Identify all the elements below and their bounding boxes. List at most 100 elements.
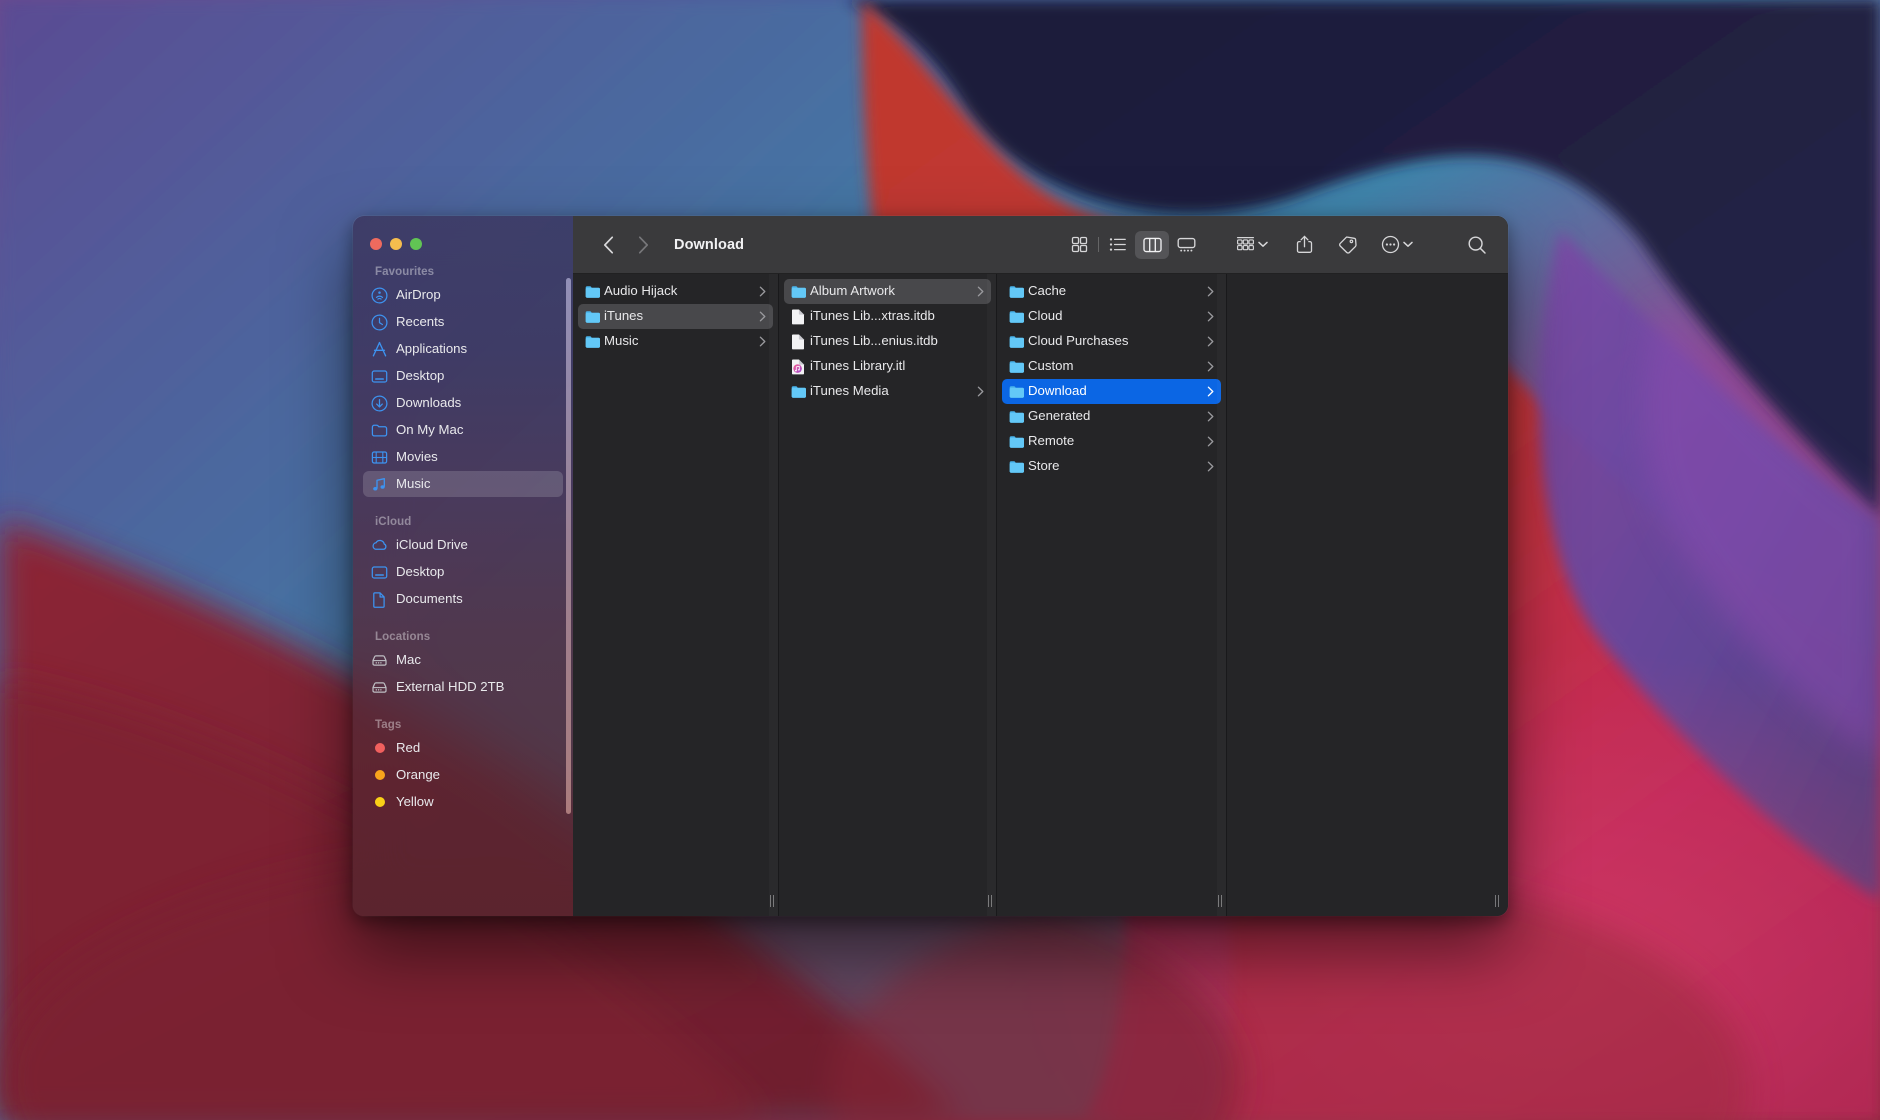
column-resize-handle[interactable]: [767, 894, 777, 907]
ellipsis-circle-icon: [1381, 235, 1400, 254]
sidebar-section-title-tags: Tags: [375, 719, 402, 731]
sidebar-item-movies[interactable]: Movies: [363, 444, 563, 470]
sidebar-item-label: iCloud Drive: [396, 536, 468, 552]
sidebar-item-label: Recents: [396, 313, 445, 329]
chevron-right-icon: [1203, 361, 1215, 372]
folder-icon: [1009, 460, 1028, 474]
file-name: Generated: [1028, 409, 1091, 424]
chevron-down-icon: [1258, 241, 1268, 247]
sidebar-item-desktop[interactable]: Desktop: [363, 363, 563, 389]
icon-view-button[interactable]: [1062, 231, 1096, 259]
sidebar-item-label: Applications: [396, 340, 468, 356]
sidebar-scrollbar[interactable]: [566, 278, 571, 814]
sidebar-item-icloud-drive[interactable]: iCloud Drive: [363, 532, 563, 558]
file-row[interactable]: Album Artwork: [784, 279, 991, 304]
file-row[interactable]: Remote: [1002, 429, 1221, 454]
file-row[interactable]: iTunes: [578, 304, 773, 329]
file-name: iTunes: [604, 309, 644, 324]
folder-icon: [585, 335, 604, 349]
file-row[interactable]: Cache: [1002, 279, 1221, 304]
sidebar-section-gap: [363, 701, 563, 711]
minimize-button[interactable]: [390, 238, 402, 250]
sidebar-item-applications[interactable]: Applications: [363, 336, 563, 362]
chevron-right-icon: [973, 286, 985, 297]
gallery-view-button[interactable]: [1169, 231, 1203, 259]
file-name: Custom: [1028, 359, 1074, 374]
tag-dot-icon: [371, 740, 388, 757]
sidebar-item-label: Movies: [396, 448, 438, 464]
sidebar-item-label: Yellow: [396, 793, 434, 809]
window-controls: [370, 238, 422, 250]
sidebar-item-orange[interactable]: Orange: [363, 762, 563, 788]
file-row[interactable]: Store: [1002, 454, 1221, 479]
sidebar-item-downloads[interactable]: Downloads: [363, 390, 563, 416]
cloud-icon: [371, 537, 388, 554]
folder-icon: [1009, 285, 1028, 299]
sidebar-item-on-my-mac[interactable]: On My Mac: [363, 417, 563, 443]
sidebar-item-label: AirDrop: [396, 286, 441, 302]
list-view-button[interactable]: [1101, 231, 1135, 259]
file-row[interactable]: iTunes Lib...xtras.itdb: [784, 304, 991, 329]
sidebar-item-red[interactable]: Red: [363, 735, 563, 761]
share-button[interactable]: [1291, 230, 1318, 260]
tag-dot-icon: [371, 794, 388, 811]
file-row[interactable]: Music: [578, 329, 773, 354]
forward-button[interactable]: [628, 230, 658, 260]
file-name: Remote: [1028, 434, 1075, 449]
file-name: Download: [1028, 384, 1087, 399]
file-name: Music: [604, 334, 639, 349]
back-button[interactable]: [593, 230, 623, 260]
sidebar-item-documents[interactable]: Documents: [363, 586, 563, 612]
file-row[interactable]: Cloud: [1002, 304, 1221, 329]
folder-icon: [791, 385, 810, 399]
file-row[interactable]: Cloud Purchases: [1002, 329, 1221, 354]
sidebar-item-recents[interactable]: Recents: [363, 309, 563, 335]
tags-button[interactable]: [1332, 230, 1362, 260]
file-row[interactable]: Custom: [1002, 354, 1221, 379]
file-row[interactable]: iTunes Media: [784, 379, 991, 404]
folder-icon: [1009, 310, 1028, 324]
chevron-right-icon: [1203, 461, 1215, 472]
column-resize-handle[interactable]: [985, 894, 995, 907]
group-by-button[interactable]: [1231, 230, 1273, 260]
sidebar-item-label: Documents: [396, 590, 463, 606]
column-view-button[interactable]: [1135, 230, 1169, 259]
maximize-button[interactable]: [410, 238, 422, 250]
sidebar-item-external-hdd-2tb[interactable]: External HDD 2TB: [363, 674, 563, 700]
sidebar-item-yellow[interactable]: Yellow: [363, 789, 563, 815]
sidebar-item-label: Red: [396, 739, 421, 755]
folder-icon: [791, 285, 810, 299]
file-row[interactable]: iTunes Library.itl: [784, 354, 991, 379]
column-resize-handle[interactable]: [1492, 894, 1502, 907]
file-row[interactable]: Generated: [1002, 404, 1221, 429]
chevron-right-icon: [1203, 386, 1215, 397]
sidebar-item-music[interactable]: Music: [363, 471, 563, 497]
window-title: Download: [674, 236, 745, 253]
sidebar-item-mac[interactable]: Mac: [363, 647, 563, 673]
applications-icon: [371, 341, 388, 358]
sidebar-item-airdrop[interactable]: AirDrop: [363, 282, 563, 308]
file-row[interactable]: Download: [1002, 379, 1221, 404]
file-row[interactable]: iTunes Lib...enius.itdb: [784, 329, 991, 354]
document-icon: [371, 591, 388, 608]
chevron-down-icon: [1403, 241, 1413, 247]
more-actions-button[interactable]: [1376, 230, 1418, 260]
chevron-right-icon: [755, 336, 767, 347]
column-browser: Audio Hijack iTunes Music Album Artwork iTun…: [573, 274, 1508, 916]
sidebar-item-label: On My Mac: [396, 421, 464, 437]
itunes-document-icon: [791, 359, 810, 375]
file-row[interactable]: Audio Hijack: [578, 279, 773, 304]
close-button[interactable]: [370, 238, 382, 250]
sidebar-item-label: Music: [396, 475, 431, 491]
search-button[interactable]: [1462, 230, 1492, 260]
column-resize-handle[interactable]: [1215, 894, 1225, 907]
file-name: Audio Hijack: [604, 284, 678, 299]
folder-icon: [371, 422, 388, 439]
download-icon: [371, 394, 388, 412]
sidebar-item-desktop[interactable]: Desktop: [363, 559, 563, 585]
file-name: iTunes Lib...enius.itdb: [810, 334, 938, 349]
harddisk-icon: [371, 652, 388, 669]
music-note-icon: [371, 476, 388, 493]
chevron-right-icon: [1203, 436, 1215, 447]
file-name: iTunes Library.itl: [810, 359, 906, 374]
